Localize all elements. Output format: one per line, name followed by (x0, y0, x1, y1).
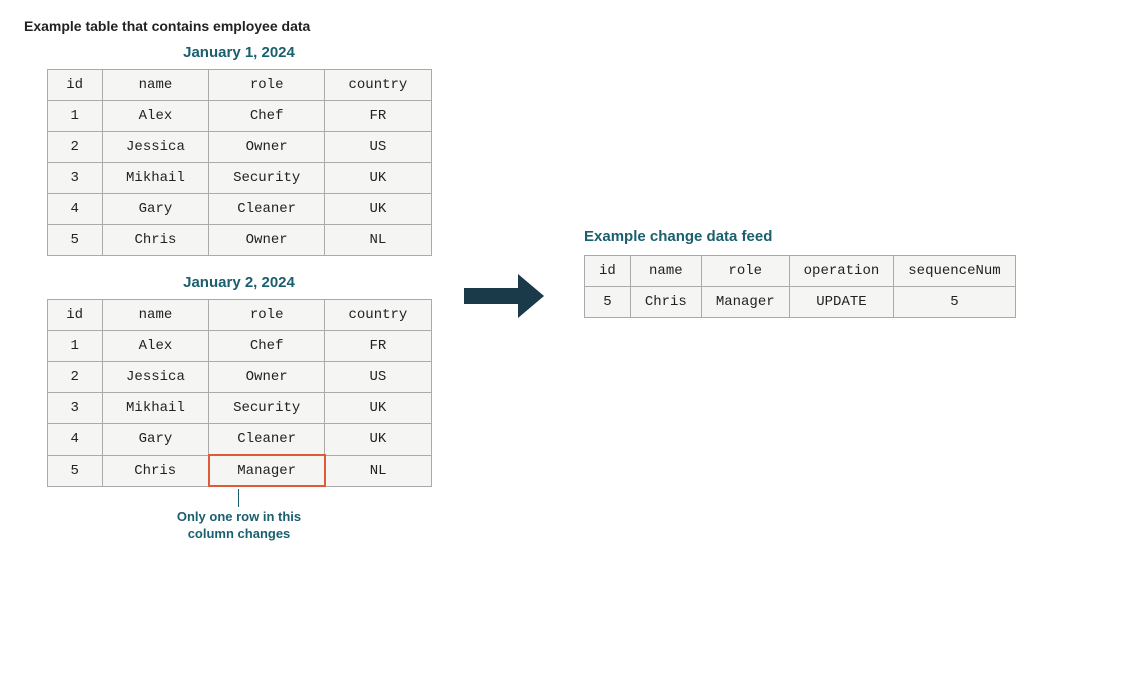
table-row: 5ChrisOwnerNL (47, 225, 431, 256)
table2-header-row: id name role country (47, 300, 431, 331)
table-cell: NL (325, 455, 431, 486)
annotation-area: Only one row in thiscolumn changes (177, 489, 301, 543)
table-cell: Chef (209, 331, 325, 362)
table2-col-name: name (102, 300, 208, 331)
annotation-line (238, 489, 239, 507)
table2-col-country: country (325, 300, 431, 331)
table1-col-name: name (102, 70, 208, 101)
arrow-section (454, 18, 554, 314)
cdf-table-cell: Chris (630, 287, 701, 318)
table-cell: Chris (102, 455, 208, 486)
table-cell: Chris (102, 225, 208, 256)
table1: id name role country 1AlexChefFR2Jessica… (47, 69, 432, 256)
table-cell: 2 (47, 362, 102, 393)
table-cell: Manager (209, 455, 325, 486)
table-cell: Alex (102, 101, 208, 132)
cdf-title: Example change data feed (584, 228, 772, 245)
table-cell: Jessica (102, 132, 208, 163)
table-cell: Owner (209, 362, 325, 393)
cdf-table: id name role operation sequenceNum 5Chri… (584, 255, 1016, 318)
cdf-col-sequencenum: sequenceNum (894, 256, 1015, 287)
right-section: Example change data feed id name role op… (554, 18, 1117, 318)
table-cell: US (325, 132, 431, 163)
table-row: 5ChrisManagerNL (47, 455, 431, 486)
cdf-col-operation: operation (789, 256, 894, 287)
cdf-col-id: id (585, 256, 631, 287)
table-row: 4GaryCleanerUK (47, 424, 431, 456)
table-row: 4GaryCleanerUK (47, 194, 431, 225)
table-row: 2JessicaOwnerUS (47, 362, 431, 393)
table-cell: 5 (47, 455, 102, 486)
table-cell: Owner (209, 132, 325, 163)
cdf-col-role: role (701, 256, 789, 287)
cdf-table-row: 5ChrisManagerUPDATE5 (585, 287, 1016, 318)
table-cell: Security (209, 163, 325, 194)
table1-col-country: country (325, 70, 431, 101)
cdf-header-row: id name role operation sequenceNum (585, 256, 1016, 287)
cdf-table-cell: 5 (894, 287, 1015, 318)
table-cell: FR (325, 331, 431, 362)
table1-title: January 1, 2024 (183, 44, 295, 61)
table1-col-id: id (47, 70, 102, 101)
table-cell: 3 (47, 163, 102, 194)
table-cell: 1 (47, 101, 102, 132)
table1-header-row: id name role country (47, 70, 431, 101)
table-cell: Jessica (102, 362, 208, 393)
table-row: 2JessicaOwnerUS (47, 132, 431, 163)
table2: id name role country 1AlexChefFR2Jessica… (47, 299, 432, 487)
table-cell: Alex (102, 331, 208, 362)
arrow-head (518, 274, 544, 318)
table1-col-role: role (209, 70, 325, 101)
table-cell: NL (325, 225, 431, 256)
cdf-table-cell: UPDATE (789, 287, 894, 318)
table-cell: UK (325, 163, 431, 194)
cdf-table-cell: Manager (701, 287, 789, 318)
table-cell: FR (325, 101, 431, 132)
table-cell: 1 (47, 331, 102, 362)
table2-col-role: role (209, 300, 325, 331)
table-row: 1AlexChefFR (47, 331, 431, 362)
table-cell: US (325, 362, 431, 393)
table-cell: Gary (102, 194, 208, 225)
table-cell: Mikhail (102, 393, 208, 424)
right-arrow-icon (464, 278, 544, 314)
table-cell: Owner (209, 225, 325, 256)
left-section: Example table that contains employee dat… (24, 18, 454, 543)
table-cell: UK (325, 393, 431, 424)
table-row: 1AlexChefFR (47, 101, 431, 132)
annotation-text: Only one row in thiscolumn changes (177, 509, 301, 543)
table-cell: 2 (47, 132, 102, 163)
arrow-body (464, 288, 518, 304)
table-cell: Cleaner (209, 424, 325, 456)
table-cell: Security (209, 393, 325, 424)
table-row: 3MikhailSecurityUK (47, 163, 431, 194)
table-row: 3MikhailSecurityUK (47, 393, 431, 424)
cdf-col-name: name (630, 256, 701, 287)
table-cell: Mikhail (102, 163, 208, 194)
table-cell: 4 (47, 424, 102, 456)
table-cell: 5 (47, 225, 102, 256)
cdf-table-cell: 5 (585, 287, 631, 318)
table-cell: Gary (102, 424, 208, 456)
table-cell: 4 (47, 194, 102, 225)
table2-col-id: id (47, 300, 102, 331)
table-cell: 3 (47, 393, 102, 424)
table-cell: UK (325, 194, 431, 225)
page-title: Example table that contains employee dat… (24, 18, 310, 34)
table2-title: January 2, 2024 (183, 274, 295, 291)
table-cell: Cleaner (209, 194, 325, 225)
table-cell: Chef (209, 101, 325, 132)
table-cell: UK (325, 424, 431, 456)
